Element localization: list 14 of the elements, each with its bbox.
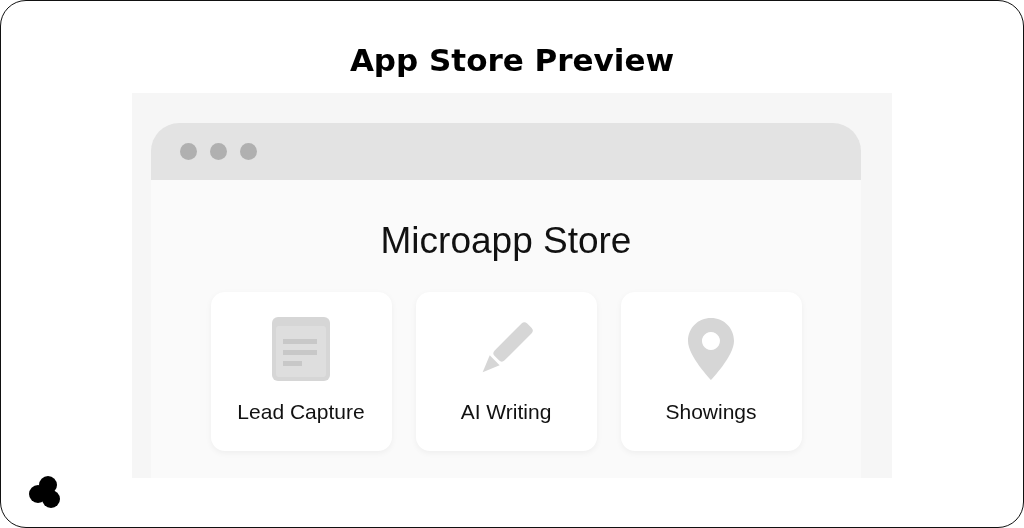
app-card[interactable]: AI Writing (415, 292, 597, 451)
page-title: App Store Preview (349, 41, 675, 80)
window-control-dot[interactable] (240, 143, 257, 160)
location-pin-icon (688, 318, 734, 380)
window-control-dot[interactable] (210, 143, 227, 160)
app-label: Lead Capture (237, 400, 365, 424)
document-icon (272, 317, 330, 381)
app-label: AI Writing (460, 400, 552, 424)
store-title: Microapp Store (380, 219, 632, 263)
app-card[interactable]: Lead Capture (210, 292, 392, 451)
logo-icon (29, 475, 63, 509)
app-card[interactable]: Showings (620, 292, 802, 451)
app-label: Showings (665, 400, 757, 424)
window-control-dot[interactable] (180, 143, 197, 160)
